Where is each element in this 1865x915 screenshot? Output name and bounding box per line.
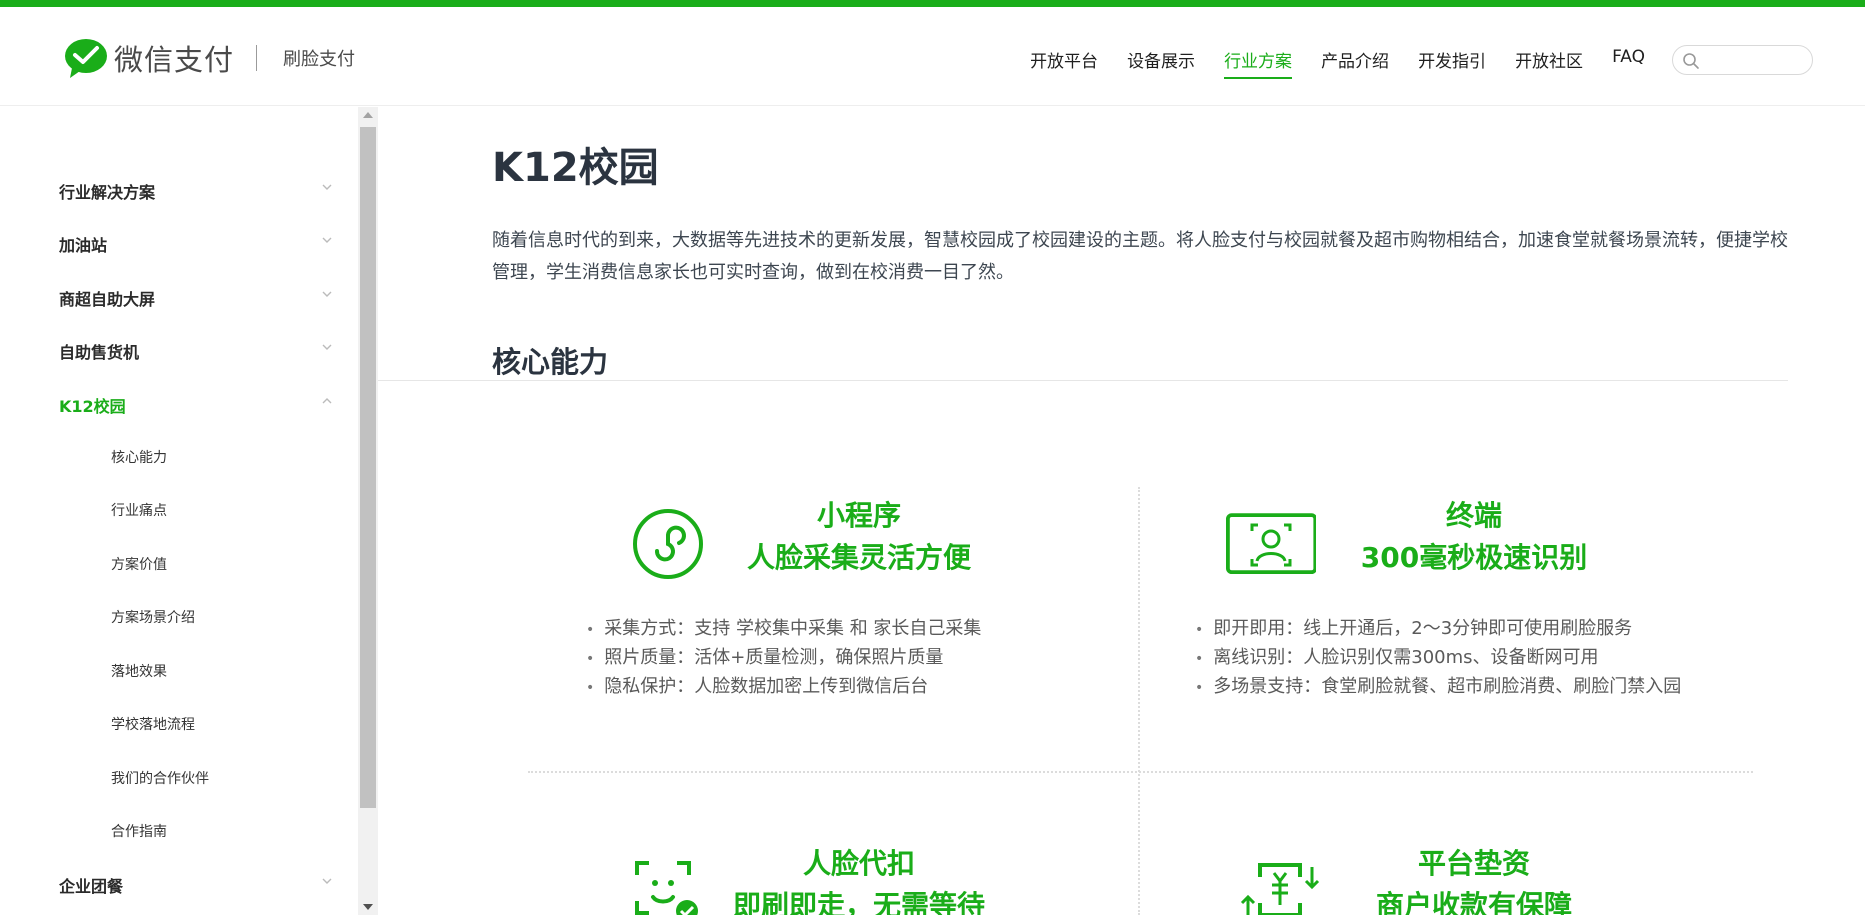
product-name: 刷脸支付 — [283, 49, 356, 70]
feature-point: 照片质量：活体+质量检测，确保照片质量 — [586, 644, 981, 673]
subitem-pain-points[interactable]: 行业痛点 — [111, 500, 167, 520]
chevron-down-icon — [322, 237, 332, 243]
feature-point: 离线识别：人脸识别仅需300ms、设备断网可用 — [1195, 644, 1681, 673]
sidebar-item-industry-solutions[interactable]: 行业解决方案 — [59, 179, 339, 203]
nav-item-faq[interactable]: FAQ — [1612, 47, 1645, 79]
page-title: K12校园 — [492, 145, 659, 191]
feature-title-line1: 终端 — [1445, 499, 1502, 532]
scroll-down-arrow-icon[interactable] — [363, 904, 373, 910]
feature-title-line1: 平台垫资 — [1417, 847, 1530, 880]
sidebar-item-label: 自助售货机 — [59, 343, 140, 362]
scroll-thumb[interactable] — [360, 127, 376, 808]
nav-item-industry-solutions[interactable]: 行业方案 — [1224, 47, 1293, 79]
logo-divider — [256, 45, 258, 71]
feature-point: 多场景支持：食堂刷脸就餐、超市刷脸消费、刷脸门禁入园 — [1195, 673, 1681, 702]
top-nav: 开放平台 设备展示 行业方案 产品介绍 开发指引 开放社区 FAQ — [1001, 47, 1645, 79]
wechat-pay-logo-icon — [65, 39, 107, 78]
sidebar-item-k12[interactable]: K12校园 — [59, 393, 339, 417]
mini-program-icon — [633, 509, 703, 579]
feature-points: 即开即用：线上开通后，2～3分钟即可使用刷脸服务 离线识别：人脸识别仅需300m… — [1195, 615, 1681, 702]
scroll-up-arrow-icon[interactable] — [363, 112, 373, 118]
feature-title: 终端 300毫秒极速识别 — [1324, 495, 1624, 579]
subitem-cooperation-guide[interactable]: 合作指南 — [111, 821, 167, 841]
top-accent-bar — [0, 0, 1865, 7]
feature-point: 即开即用：线上开通后，2～3分钟即可使用刷脸服务 — [1195, 615, 1681, 644]
brand-logo[interactable]: 微信支付 刷脸支付 — [64, 37, 355, 79]
feature-points: 采集方式：支持 学校集中采集 和 家长自己采集 照片质量：活体+质量检测，确保照… — [586, 615, 981, 702]
subitem-solution-value[interactable]: 方案价值 — [111, 554, 167, 574]
feature-title-line2: 即刷即走，无需等待 — [732, 889, 985, 915]
chevron-up-icon — [322, 398, 332, 404]
nav-item-community[interactable]: 开放社区 — [1515, 47, 1583, 79]
face-scan-check-icon — [635, 861, 698, 915]
feature-title-line1: 小程序 — [816, 499, 901, 532]
nav-item-devices[interactable]: 设备展示 — [1127, 47, 1195, 79]
subitem-partners[interactable]: 我们的合作伙伴 — [111, 768, 209, 788]
section-title: 核心能力 — [492, 345, 609, 379]
sidebar-item-gas-station[interactable]: 加油站 — [59, 232, 339, 256]
search-icon — [1683, 53, 1699, 69]
feature-title: 平台垫资 商户收款有保障 — [1324, 843, 1624, 915]
feature-title-line2: 商户收款有保障 — [1375, 889, 1572, 915]
feature-title-line2: 人脸采集灵活方便 — [746, 541, 971, 574]
chevron-down-icon — [322, 184, 332, 190]
sidebar-item-label: 行业解决方案 — [59, 183, 156, 202]
nav-item-dev-guide[interactable]: 开发指引 — [1418, 47, 1486, 79]
sidebar-item-corporate-dining[interactable]: 企业团餐 — [59, 873, 339, 897]
subitem-scenarios[interactable]: 方案场景介绍 — [111, 607, 195, 627]
sidebar-scrollbar[interactable] — [358, 107, 378, 915]
nav-item-open-platform[interactable]: 开放平台 — [1030, 47, 1098, 79]
search-input[interactable] — [1672, 45, 1813, 75]
sidebar-item-label: K12校园 — [59, 397, 126, 416]
intro-paragraph: 随着信息时代的到来，大数据等先进技术的更新发展，智慧校园成了校园建设的主题。将人… — [492, 230, 1788, 283]
face-terminal-icon — [1226, 513, 1316, 575]
chevron-down-icon — [322, 344, 332, 350]
chevron-down-icon — [322, 878, 332, 884]
grid-divider-vertical — [1138, 487, 1140, 915]
sidebar: 行业解决方案 加油站 商超自助大屏 自助售货机 K12校园 核心能力 行业痛点 … — [0, 107, 358, 915]
feature-point: 采集方式：支持 学校集中采集 和 家长自己采集 — [586, 615, 981, 644]
feature-title: 小程序 人脸采集灵活方便 — [709, 495, 1009, 579]
section-divider — [378, 380, 1788, 381]
subitem-results[interactable]: 落地效果 — [111, 661, 167, 681]
feature-point: 隐私保护：人脸数据加密上传到微信后台 — [586, 673, 981, 702]
subitem-rollout-process[interactable]: 学校落地流程 — [111, 714, 195, 734]
nav-item-products[interactable]: 产品介绍 — [1321, 47, 1389, 79]
feature-title-line1: 人脸代扣 — [802, 847, 915, 880]
sidebar-item-vending[interactable]: 自助售货机 — [59, 339, 339, 363]
subitem-core-capabilities[interactable]: 核心能力 — [111, 447, 167, 467]
main-content: K12校园 随着信息时代的到来，大数据等先进技术的更新发展，智慧校园成了校园建设… — [378, 107, 1865, 915]
grid-divider-horizontal — [528, 771, 1753, 773]
sidebar-item-label: 加油站 — [59, 236, 108, 255]
feature-title-line2: 300毫秒极速识别 — [1360, 541, 1588, 574]
sidebar-item-supermarket[interactable]: 商超自助大屏 — [59, 286, 339, 310]
site-header: 微信支付 刷脸支付 开放平台 设备展示 行业方案 产品介绍 开发指引 开放社区 … — [0, 7, 1865, 106]
sidebar-item-label: 企业团餐 — [59, 877, 124, 896]
sidebar-item-label: 商超自助大屏 — [59, 290, 156, 309]
feature-title: 人脸代扣 即刷即走，无需等待 — [709, 843, 1009, 915]
platform-fund-icon — [1240, 863, 1320, 915]
chevron-down-icon — [322, 291, 332, 297]
brand-name: 微信支付 — [114, 43, 235, 77]
